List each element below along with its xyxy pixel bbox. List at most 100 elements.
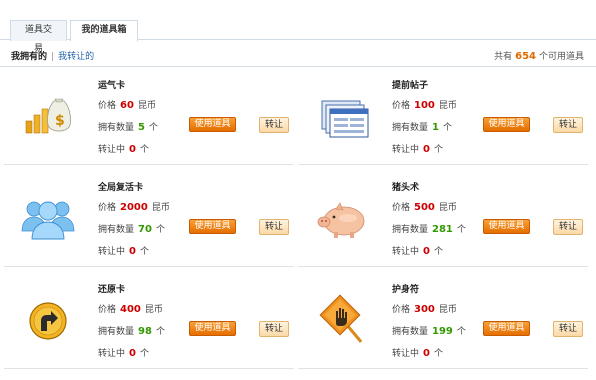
transferring-value: 0 <box>129 246 136 257</box>
tab-bar: 道具交易 我的道具箱 <box>0 0 596 54</box>
card-divider <box>4 266 294 267</box>
currency-label: 昆币 <box>438 101 457 111</box>
transferring-value: 0 <box>129 144 136 155</box>
price-row: 价格 500 昆币 <box>392 200 457 213</box>
price-value: 300 <box>414 304 435 315</box>
unit-label: 个 <box>139 247 149 257</box>
currency-label: 昆币 <box>438 305 457 315</box>
turn-arrow-icon <box>18 291 78 347</box>
qty-label: 拥有数量 <box>98 123 135 133</box>
transferring-row: 转让中 0 个 <box>392 142 443 155</box>
qty-value: 281 <box>432 224 453 235</box>
transferring-value: 0 <box>423 246 430 257</box>
price-value: 500 <box>414 202 435 213</box>
qty-label: 拥有数量 <box>392 327 429 337</box>
currency-label: 昆币 <box>438 203 457 213</box>
transferring-label: 转让中 <box>98 349 126 359</box>
use-item-button[interactable]: 使用道具 <box>189 117 236 132</box>
use-item-button[interactable]: 使用道具 <box>483 321 530 336</box>
qty-row: 拥有数量 98 个 <box>98 324 165 337</box>
owned-link[interactable]: 我拥有的 <box>11 52 47 62</box>
price-value: 100 <box>414 100 435 111</box>
transferring-label: 转让中 <box>392 349 420 359</box>
use-item-button[interactable]: 使用道具 <box>483 219 530 234</box>
user-group-icon <box>18 189 78 245</box>
subnav-separator: | <box>51 52 55 62</box>
card-divider <box>298 164 588 165</box>
price-label: 价格 <box>392 305 411 315</box>
qty-label: 拥有数量 <box>98 327 135 337</box>
currency-label: 昆币 <box>151 203 170 213</box>
transfer-button[interactable]: 转让 <box>259 321 289 337</box>
money-bag-icon: $ <box>18 87 78 143</box>
price-value: 60 <box>120 100 134 111</box>
transferring-value: 0 <box>423 144 430 155</box>
qty-value: 5 <box>138 122 145 133</box>
price-row: 价格 2000 昆币 <box>98 200 170 213</box>
unit-label: 个 <box>139 145 149 155</box>
unit-label: 个 <box>139 349 149 359</box>
count-suffix: 个可用道具 <box>538 52 584 62</box>
item-name: 护身符 <box>392 285 420 295</box>
unit-label: 个 <box>155 327 165 337</box>
qty-label: 拥有数量 <box>98 225 135 235</box>
card-divider <box>4 164 294 165</box>
card-divider <box>298 368 588 369</box>
qty-label: 拥有数量 <box>392 123 429 133</box>
transferring-label: 转让中 <box>98 247 126 257</box>
price-row: 价格 60 昆币 <box>98 98 156 111</box>
unit-label: 个 <box>456 327 466 337</box>
transfer-button[interactable]: 转让 <box>553 321 583 337</box>
item-card-revive: 全局复活卡 价格 2000 昆币 拥有数量 70 个 转让中 0 个 使用道具 转让 <box>4 169 294 267</box>
unit-label: 个 <box>148 123 158 133</box>
price-label: 价格 <box>392 101 411 111</box>
svg-text:$: $ <box>55 113 65 129</box>
price-value: 400 <box>120 304 141 315</box>
item-name: 全局复活卡 <box>98 183 144 193</box>
unit-label: 个 <box>433 247 443 257</box>
use-item-button[interactable]: 使用道具 <box>189 321 236 336</box>
tab-my-item-box[interactable]: 我的道具箱 <box>70 20 138 42</box>
transferred-link[interactable]: 我转让的 <box>58 52 94 62</box>
unit-label: 个 <box>433 145 443 155</box>
price-label: 价格 <box>98 305 117 315</box>
qty-value: 98 <box>138 326 152 337</box>
qty-value: 1 <box>432 122 439 133</box>
transferring-row: 转让中 0 个 <box>98 142 149 155</box>
tab-item-trade[interactable]: 道具交易 <box>10 20 67 54</box>
transferring-label: 转让中 <box>392 247 420 257</box>
transfer-button[interactable]: 转让 <box>259 117 289 133</box>
unit-label: 个 <box>442 123 452 133</box>
qty-value: 199 <box>432 326 453 337</box>
item-name: 猪头术 <box>392 183 420 193</box>
item-name: 运气卡 <box>98 81 126 91</box>
item-card-luck: $ 运气卡 价格 60 昆币 拥有数量 5 个 转让中 0 个 使用道具 转让 <box>4 67 294 165</box>
price-label: 价格 <box>98 101 117 111</box>
use-item-button[interactable]: 使用道具 <box>189 219 236 234</box>
price-row: 价格 100 昆币 <box>392 98 457 111</box>
item-name: 提前帖子 <box>392 81 429 91</box>
price-row: 价格 300 昆币 <box>392 302 457 315</box>
currency-label: 昆币 <box>144 305 163 315</box>
unit-label: 个 <box>155 225 165 235</box>
item-name: 还原卡 <box>98 285 126 295</box>
available-count: 共有 654 个可用道具 <box>494 49 584 62</box>
sub-header: 我拥有的 | 我转让的 共有 654 个可用道具 <box>0 41 596 67</box>
transfer-button[interactable]: 转让 <box>259 219 289 235</box>
item-card-bump-post: 提前帖子 价格 100 昆币 拥有数量 1 个 转让中 0 个 使用道具 转让 <box>298 67 588 165</box>
qty-label: 拥有数量 <box>392 225 429 235</box>
transfer-button[interactable]: 转让 <box>553 219 583 235</box>
transferring-row: 转让中 0 个 <box>392 346 443 359</box>
transferring-value: 0 <box>129 348 136 359</box>
price-row: 价格 400 昆币 <box>98 302 163 315</box>
price-value: 2000 <box>120 202 148 213</box>
use-item-button[interactable]: 使用道具 <box>483 117 530 132</box>
count-number: 654 <box>515 51 536 62</box>
unit-label: 个 <box>433 349 443 359</box>
transfer-button[interactable]: 转让 <box>553 117 583 133</box>
transferring-row: 转让中 0 个 <box>392 244 443 257</box>
qty-row: 拥有数量 5 个 <box>98 120 158 133</box>
transferring-label: 转让中 <box>98 145 126 155</box>
item-card-pig-head: 猪头术 价格 500 昆币 拥有数量 281 个 转让中 0 个 使用道具 转让 <box>298 169 588 267</box>
currency-label: 昆币 <box>137 101 156 111</box>
